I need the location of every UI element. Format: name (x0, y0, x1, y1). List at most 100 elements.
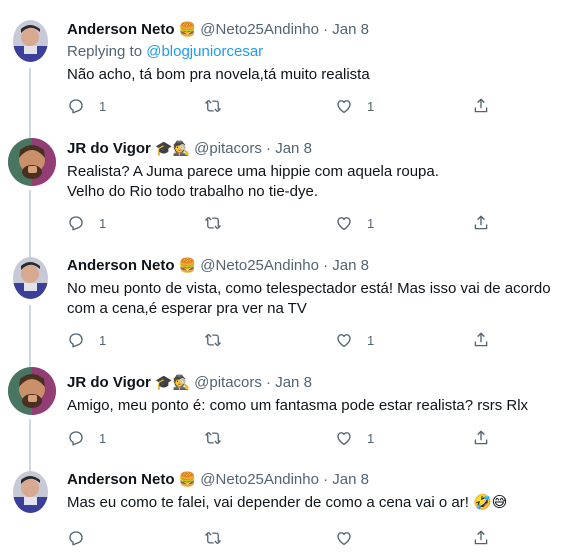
separator: · (323, 21, 329, 38)
reply-icon (69, 431, 83, 446)
like-button[interactable]: 1 (335, 213, 374, 233)
display-name[interactable]: Anderson Neto (67, 21, 175, 38)
timestamp[interactable]: Jan 8 (275, 140, 312, 157)
tweet-text: Amigo, meu ponto é: como um fantasma pod… (67, 397, 529, 414)
name-emoji: 🍔 (178, 472, 197, 488)
handle[interactable]: @Neto25Andinho (200, 21, 319, 38)
reply-button[interactable]: 1 (67, 96, 106, 116)
tweet-actions: 1 1 (67, 428, 517, 448)
name-emoji: 🎓🕵 (155, 375, 190, 391)
separator: · (323, 471, 329, 488)
display-name[interactable]: Anderson Neto (67, 471, 175, 488)
retweet-button[interactable] (204, 428, 236, 448)
handle[interactable]: @pitacors (194, 140, 262, 157)
tweet[interactable]: Anderson Neto 🍔 @Neto25Andinho · Jan 8 M… (0, 458, 588, 555)
mention-link[interactable]: @blogjuniorcesar (146, 43, 263, 60)
reply-count: 1 (99, 98, 107, 114)
avatar[interactable] (13, 20, 48, 62)
avatar[interactable] (13, 257, 48, 299)
thread-line (29, 305, 31, 362)
reply-icon (69, 333, 83, 348)
reply-button[interactable]: 1 (67, 330, 106, 350)
tweet[interactable]: Anderson Neto 🍔 @Neto25Andinho · Jan 8 N… (0, 245, 588, 362)
replying-to: Replying to @blogjuniorcesar (67, 42, 263, 62)
share-button[interactable] (472, 528, 490, 548)
share-button[interactable] (472, 213, 490, 233)
retweet-icon (205, 431, 221, 445)
retweet-button[interactable] (204, 96, 236, 116)
tweet-text: Mas eu como te falei, vai depender de co… (67, 494, 508, 511)
reply-button[interactable]: 1 (67, 213, 106, 233)
heart-icon (337, 334, 351, 348)
like-count: 1 (367, 98, 375, 114)
thread-line (29, 190, 31, 245)
like-button[interactable] (335, 528, 367, 548)
reply-icon (69, 216, 83, 231)
retweet-button[interactable] (204, 528, 236, 548)
display-name[interactable]: JR do Vigor (67, 374, 151, 391)
share-button[interactable] (472, 96, 490, 116)
reply-count: 1 (99, 332, 107, 348)
timestamp[interactable]: Jan 8 (332, 21, 369, 38)
avatar[interactable] (8, 367, 56, 415)
handle[interactable]: @Neto25Andinho (200, 257, 319, 274)
tweet-header: Anderson Neto 🍔 @Neto25Andinho · Jan 8 (67, 20, 369, 40)
conversation-timeline: Anderson Neto 🍔 @Neto25Andinho · Jan 8 R… (0, 0, 588, 555)
tweet[interactable]: JR do Vigor 🎓🕵 @pitacors · Jan 8 Amigo, … (0, 362, 588, 458)
tweet-text: Não acho, tá bom pra novela,tá muito rea… (67, 66, 370, 83)
thread-line (29, 458, 31, 471)
tweet-actions: 1 1 (67, 330, 517, 350)
reply-count: 1 (99, 430, 107, 446)
like-count: 1 (367, 332, 375, 348)
retweet-button[interactable] (204, 213, 236, 233)
tweet-header: Anderson Neto 🍔 @Neto25Andinho · Jan 8 (67, 470, 369, 490)
tweet-header: JR do Vigor 🎓🕵 @pitacors · Jan 8 (67, 139, 312, 159)
timestamp[interactable]: Jan 8 (275, 374, 312, 391)
like-button[interactable]: 1 (335, 96, 374, 116)
share-icon (474, 430, 488, 445)
heart-icon (337, 217, 351, 231)
like-button[interactable]: 1 (335, 330, 374, 350)
like-button[interactable]: 1 (335, 428, 374, 448)
reply-icon (69, 531, 83, 546)
tweet-text: No meu ponto de vista, como telespectado… (67, 280, 551, 317)
share-button[interactable] (472, 428, 490, 448)
tweet-actions: 1 1 (67, 96, 517, 116)
timestamp[interactable]: Jan 8 (332, 257, 369, 274)
tweet-actions (67, 528, 517, 548)
name-emoji: 🍔 (178, 258, 197, 274)
heart-icon (337, 432, 351, 446)
reply-button[interactable] (67, 528, 99, 548)
heart-icon (337, 100, 351, 114)
name-emoji: 🍔 (178, 22, 197, 38)
retweet-button[interactable] (204, 330, 236, 350)
share-icon (474, 530, 488, 545)
separator: · (323, 257, 329, 274)
tweet-header: JR do Vigor 🎓🕵 @pitacors · Jan 8 (67, 373, 312, 393)
like-count: 1 (367, 215, 375, 231)
separator: · (266, 374, 272, 391)
tweet[interactable]: JR do Vigor 🎓🕵 @pitacors · Jan 8 Realist… (0, 128, 588, 245)
separator: · (266, 140, 272, 157)
handle[interactable]: @pitacors (194, 374, 262, 391)
retweet-icon (205, 216, 221, 230)
handle[interactable]: @Neto25Andinho (200, 471, 319, 488)
reply-count: 1 (99, 215, 107, 231)
tweet-actions: 1 1 (67, 213, 517, 233)
share-icon (474, 215, 488, 230)
reply-icon (69, 99, 83, 114)
display-name[interactable]: JR do Vigor (67, 140, 151, 157)
replying-prefix: Replying to (67, 43, 147, 60)
retweet-icon (205, 333, 221, 347)
heart-icon (337, 532, 351, 546)
share-button[interactable] (472, 330, 490, 350)
avatar[interactable] (13, 471, 48, 513)
display-name[interactable]: Anderson Neto (67, 257, 175, 274)
share-icon (474, 98, 488, 113)
reply-button[interactable]: 1 (67, 428, 106, 448)
tweet[interactable]: Anderson Neto 🍔 @Neto25Andinho · Jan 8 R… (0, 0, 588, 128)
tweet-text: Realista? A Juma parece uma hippie com a… (67, 163, 439, 200)
thread-line (29, 245, 31, 257)
timestamp[interactable]: Jan 8 (332, 471, 369, 488)
avatar[interactable] (8, 138, 56, 186)
